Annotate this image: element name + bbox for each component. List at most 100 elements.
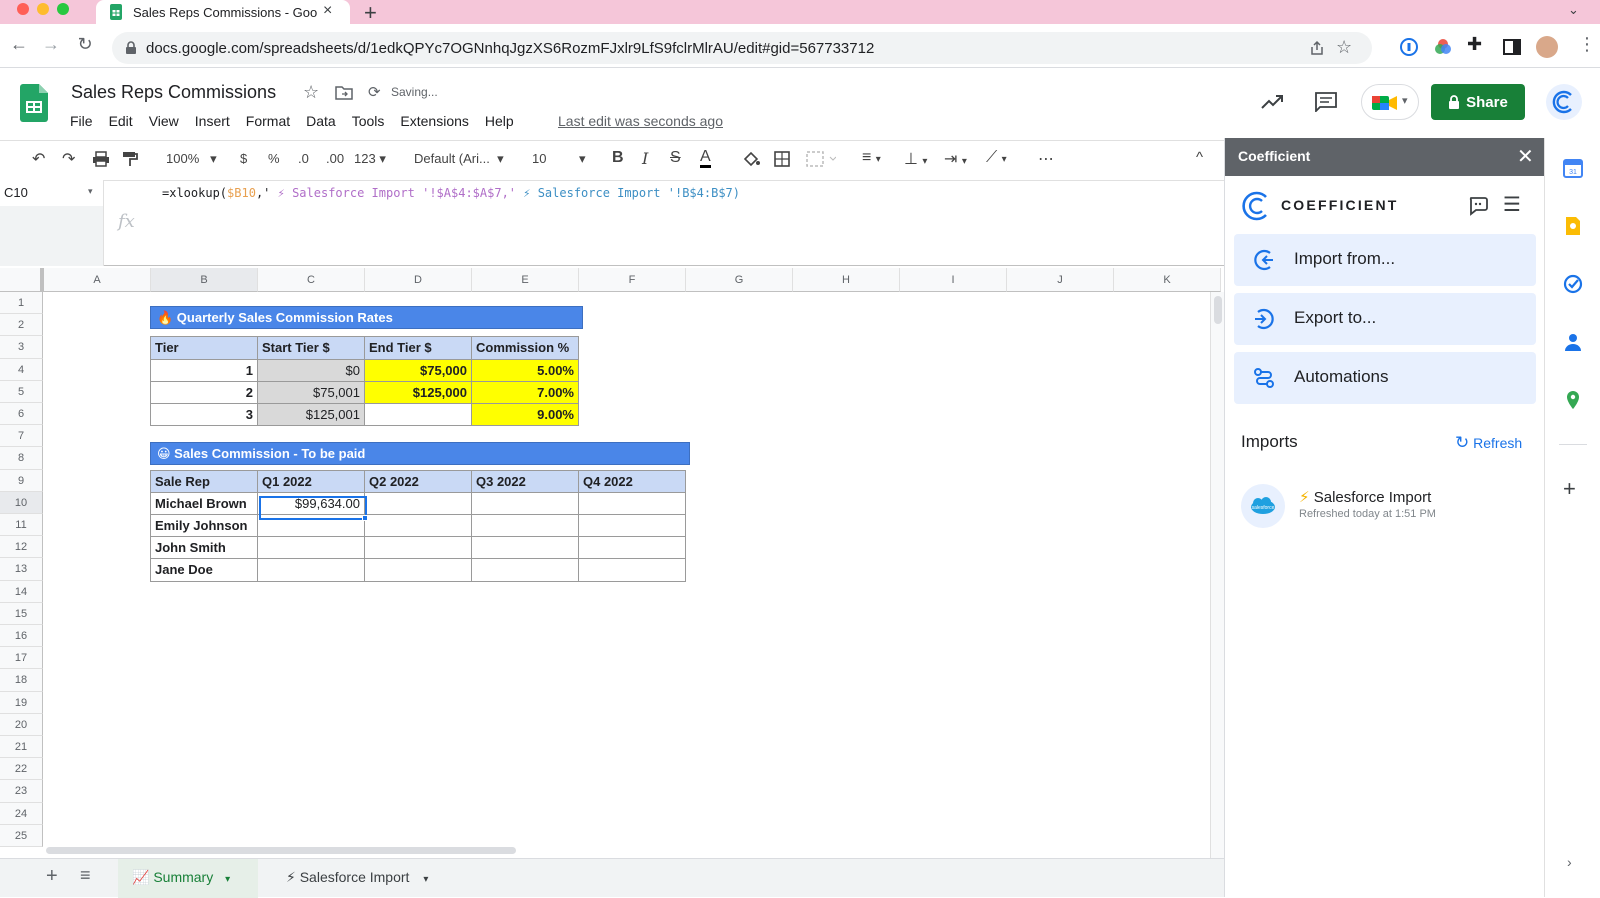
- browser-menu-icon[interactable]: ⋮: [1578, 34, 1596, 55]
- row-header-11[interactable]: 11: [0, 514, 43, 537]
- tasks-icon[interactable]: [1563, 274, 1583, 294]
- refresh-button[interactable]: ↻ Refresh: [1455, 433, 1522, 453]
- number-format-select[interactable]: 123 ▾: [354, 151, 386, 167]
- borders-icon[interactable]: [774, 151, 790, 167]
- sales-rep-cell[interactable]: Jane Doe: [150, 558, 258, 582]
- keep-icon[interactable]: [1563, 216, 1583, 236]
- column-header-i[interactable]: I: [900, 268, 1007, 292]
- window-close-dot[interactable]: [17, 3, 29, 15]
- add-sheet-icon[interactable]: +: [46, 865, 58, 888]
- tab-salesforce-dropdown-icon[interactable]: ▾: [423, 874, 428, 885]
- chat-support-icon[interactable]: [1467, 194, 1491, 216]
- row-header-16[interactable]: 16: [0, 625, 43, 648]
- payout-header-cell[interactable]: Q4 2022: [578, 469, 686, 493]
- payout-value-cell[interactable]: [364, 536, 472, 560]
- payout-value-cell[interactable]: [257, 558, 365, 582]
- text-wrap-icon[interactable]: ⇥ ▾: [944, 149, 967, 169]
- row-header-22[interactable]: 22: [0, 758, 43, 781]
- panel-close-icon[interactable]: ✕: [1517, 144, 1534, 169]
- sheets-logo-icon[interactable]: [20, 84, 48, 122]
- menu-view[interactable]: View: [149, 113, 179, 129]
- formula-bar[interactable]: fx =xlookup($B10,' ⚡ Salesforce Import '…: [104, 180, 1224, 266]
- lock-icon[interactable]: [125, 41, 137, 55]
- row-header-7[interactable]: 7: [0, 425, 43, 448]
- name-box[interactable]: C10 ▾: [0, 180, 104, 206]
- zoom-select[interactable]: 100% ▾: [166, 151, 217, 167]
- collapse-toolbar-icon[interactable]: ^: [1196, 149, 1203, 166]
- commission-rate-cell[interactable]: $125,000: [364, 380, 472, 404]
- contacts-icon[interactable]: [1563, 332, 1583, 352]
- row-header-6[interactable]: 6: [0, 403, 43, 426]
- commission-rate-cell[interactable]: [364, 403, 472, 427]
- column-header-h[interactable]: H: [793, 268, 900, 292]
- commission-rate-cell[interactable]: $125,001: [257, 403, 365, 427]
- horizontal-align-icon[interactable]: ≡ ▾: [862, 149, 881, 167]
- payout-value-cell[interactable]: [257, 536, 365, 560]
- row-header-20[interactable]: 20: [0, 713, 43, 736]
- commission-rate-cell[interactable]: $0: [257, 358, 365, 382]
- star-icon[interactable]: ☆: [303, 82, 319, 103]
- payout-value-cell[interactable]: [471, 536, 579, 560]
- last-edit-link[interactable]: Last edit was seconds ago: [558, 113, 723, 129]
- commission-header-cell[interactable]: Tier: [150, 336, 258, 360]
- tab-search-chevron-icon[interactable]: ⌄: [1568, 2, 1579, 18]
- formula-text[interactable]: =xlookup($B10,' ⚡ Salesforce Import '!$A…: [162, 186, 740, 200]
- commission-rate-cell[interactable]: 9.00%: [471, 403, 579, 427]
- export-to-button[interactable]: Export to...: [1234, 293, 1536, 345]
- column-header-c[interactable]: C: [258, 268, 365, 292]
- column-header-g[interactable]: G: [686, 268, 793, 292]
- row-header-5[interactable]: 5: [0, 380, 43, 403]
- salesforce-import-item[interactable]: salesforce ⚡ Salesforce Import Refreshed…: [1241, 484, 1531, 530]
- payout-header-cell[interactable]: Q1 2022: [257, 469, 365, 493]
- font-size-select[interactable]: 10 ▾: [532, 151, 586, 167]
- row-header-12[interactable]: 12: [0, 536, 43, 559]
- get-addons-icon[interactable]: +: [1563, 476, 1576, 502]
- row-header-18[interactable]: 18: [0, 669, 43, 692]
- document-title[interactable]: Sales Reps Commissions: [71, 82, 276, 103]
- move-folder-icon[interactable]: [335, 84, 353, 100]
- column-header-j[interactable]: J: [1007, 268, 1114, 292]
- forward-icon[interactable]: →: [40, 34, 62, 55]
- column-header-f[interactable]: F: [579, 268, 686, 292]
- vertical-align-icon[interactable]: ⊥ ▾: [904, 149, 927, 169]
- horizontal-scrollbar[interactable]: [44, 844, 1210, 856]
- row-header-4[interactable]: 4: [0, 358, 43, 381]
- more-tools-icon[interactable]: ⋯: [1038, 149, 1054, 169]
- row-header-13[interactable]: 13: [0, 558, 43, 581]
- maps-icon[interactable]: [1563, 390, 1583, 410]
- color-extension-icon[interactable]: [1434, 38, 1452, 56]
- select-all-corner[interactable]: [0, 268, 44, 292]
- bookmark-star-icon[interactable]: ☆: [1336, 37, 1352, 58]
- currency-format-button[interactable]: $: [240, 151, 247, 166]
- bold-button[interactable]: B: [612, 149, 624, 167]
- print-icon[interactable]: [92, 151, 110, 167]
- hide-side-panel-icon[interactable]: ›: [1567, 854, 1572, 870]
- reload-icon[interactable]: ↻: [74, 34, 96, 55]
- row-header-17[interactable]: 17: [0, 647, 43, 670]
- undo-icon[interactable]: ↶: [32, 149, 45, 169]
- fill-handle[interactable]: [362, 515, 368, 521]
- sales-rep-cell[interactable]: John Smith: [150, 536, 258, 560]
- menu-format[interactable]: Format: [246, 113, 290, 129]
- menu-extensions[interactable]: Extensions: [400, 113, 468, 129]
- commission-payout-banner[interactable]: 😀 Sales Commission - To be paid: [150, 442, 690, 465]
- commission-header-cell[interactable]: Start Tier $: [257, 336, 365, 360]
- increase-decimal-button[interactable]: .00: [326, 151, 344, 166]
- payout-value-cell[interactable]: [578, 536, 686, 560]
- redo-icon[interactable]: ↷: [62, 149, 75, 169]
- menu-file[interactable]: File: [70, 113, 93, 129]
- row-header-24[interactable]: 24: [0, 802, 43, 825]
- commission-header-cell[interactable]: Commission %: [471, 336, 579, 360]
- payout-value-cell[interactable]: [364, 491, 472, 515]
- commission-rate-cell[interactable]: 7.00%: [471, 380, 579, 404]
- new-tab-icon[interactable]: +: [364, 0, 377, 26]
- fill-color-icon[interactable]: [742, 151, 760, 167]
- all-sheets-icon[interactable]: ≡: [80, 865, 91, 886]
- row-header-3[interactable]: 3: [0, 336, 43, 359]
- vertical-scrollbar[interactable]: [1210, 292, 1224, 858]
- automations-button[interactable]: Automations: [1234, 352, 1536, 404]
- commission-rate-cell[interactable]: $75,001: [257, 380, 365, 404]
- text-color-button[interactable]: A: [700, 149, 711, 168]
- payout-value-cell[interactable]: [471, 558, 579, 582]
- font-family-select[interactable]: Default (Ari... ▾: [414, 151, 504, 167]
